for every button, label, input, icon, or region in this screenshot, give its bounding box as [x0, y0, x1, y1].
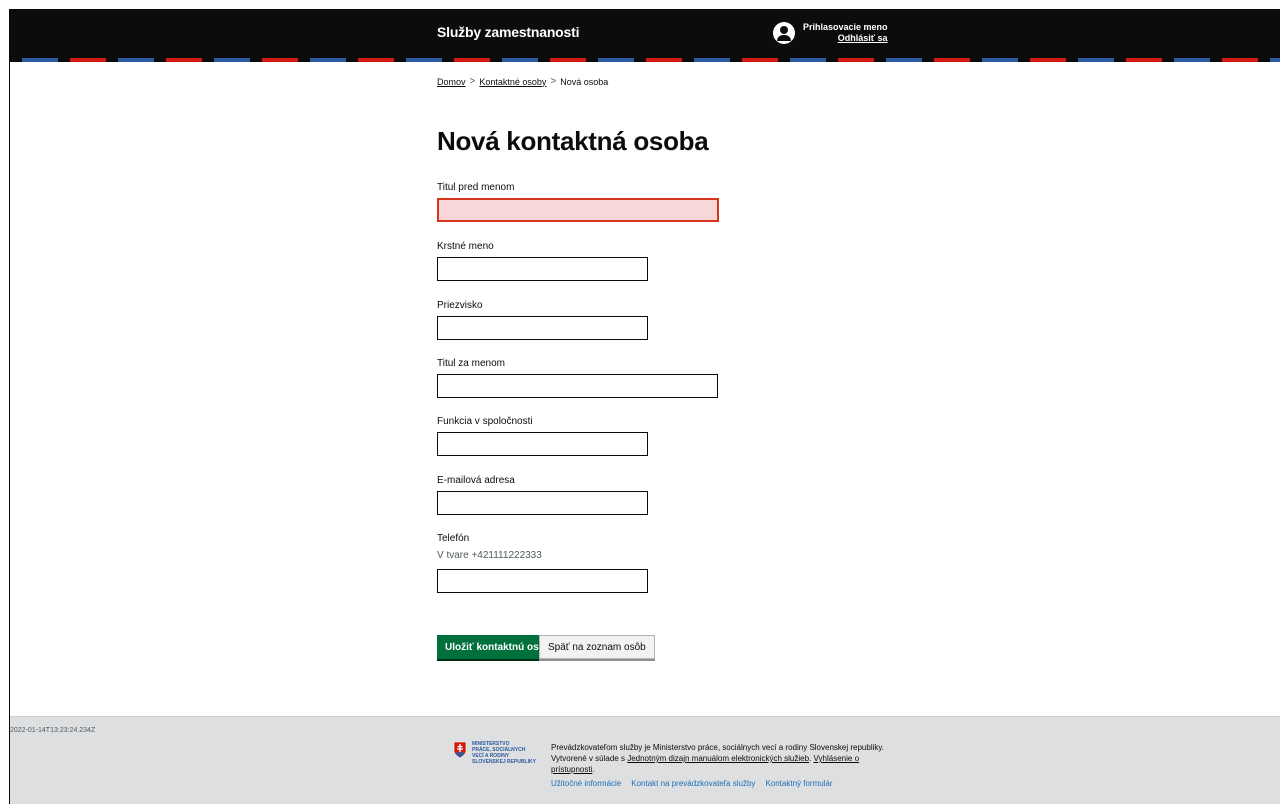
breadcrumb-separator-icon: > [469, 76, 476, 87]
footer-operator-text: Prevádzkovateľom služby je Ministerstvo … [551, 742, 891, 775]
breadcrumb-home-link[interactable]: Domov [437, 77, 466, 87]
footer-link-useful-info[interactable]: Užitočné informácie [551, 779, 621, 788]
breadcrumb: Domov > Kontaktné osoby > Nová osoba [437, 76, 608, 87]
back-to-list-button[interactable]: Späť na zoznam osôb [539, 635, 655, 659]
phone-hint: V tvare +421111222333 [437, 550, 542, 561]
site-header: Služby zamestnanosti Prihlasovacie meno … [10, 10, 1280, 58]
user-account-block: Prihlasovacie meno Odhlásiť sa [773, 22, 888, 44]
footer-link-contact-form[interactable]: Kontaktný formulár [765, 779, 832, 788]
user-texts: Prihlasovacie meno Odhlásiť sa [803, 22, 888, 44]
coat-of-arms-icon [453, 741, 467, 759]
footer-links: Užitočné informácie Kontakt na prevádzko… [551, 779, 833, 788]
design-manual-link[interactable]: Jednotným dizajn manuálom elektronických… [627, 754, 809, 763]
company-role-label: Funkcia v spoločnosti [437, 416, 533, 427]
ministry-logo[interactable]: MINISTERSTVO PRÁCE, SOCIÁLNYCH VECÍ A RO… [453, 741, 536, 765]
ministry-line: SLOVENSKEJ REPUBLIKY [472, 759, 536, 765]
footer-text-part: . [592, 765, 595, 774]
first-name-label: Krstné meno [437, 241, 494, 252]
footer-link-operator-contact[interactable]: Kontakt na prevádzkovateľa služby [631, 779, 755, 788]
user-avatar-icon [773, 22, 795, 44]
last-name-label: Priezvisko [437, 300, 483, 311]
phone-input[interactable] [437, 569, 648, 593]
company-role-input[interactable] [437, 432, 648, 456]
breadcrumb-contacts-link[interactable]: Kontaktné osoby [479, 77, 546, 87]
ministry-name: MINISTERSTVO PRÁCE, SOCIÁLNYCH VECÍ A RO… [472, 741, 536, 765]
breadcrumb-current: Nová osoba [560, 76, 609, 87]
site-footer: 2022-01-14T13:23:24.234Z MINISTERSTVO PR… [10, 716, 1280, 804]
title-before-label: Titul pred menom [437, 182, 515, 193]
browser-viewport: Služby zamestnanosti Prihlasovacie meno … [9, 9, 1280, 804]
title-after-input[interactable] [437, 374, 718, 398]
page-title: Nová kontaktná osoba [437, 126, 709, 156]
phone-label: Telefón [437, 533, 470, 544]
breadcrumb-separator-icon: > [550, 76, 557, 87]
last-name-input[interactable] [437, 316, 648, 340]
logout-link[interactable]: Odhlásiť sa [838, 33, 888, 44]
first-name-input[interactable] [437, 257, 648, 281]
build-timestamp: 2022-01-14T13:23:24.234Z [10, 727, 96, 734]
email-input[interactable] [437, 491, 648, 515]
login-name-label: Prihlasovacie meno [803, 22, 888, 32]
header-stripe-gap [10, 62, 1280, 64]
email-label: E-mailová adresa [437, 475, 515, 486]
title-before-input[interactable] [437, 198, 719, 222]
service-name-link[interactable]: Služby zamestnanosti [437, 24, 579, 40]
title-after-label: Titul za menom [437, 358, 505, 369]
